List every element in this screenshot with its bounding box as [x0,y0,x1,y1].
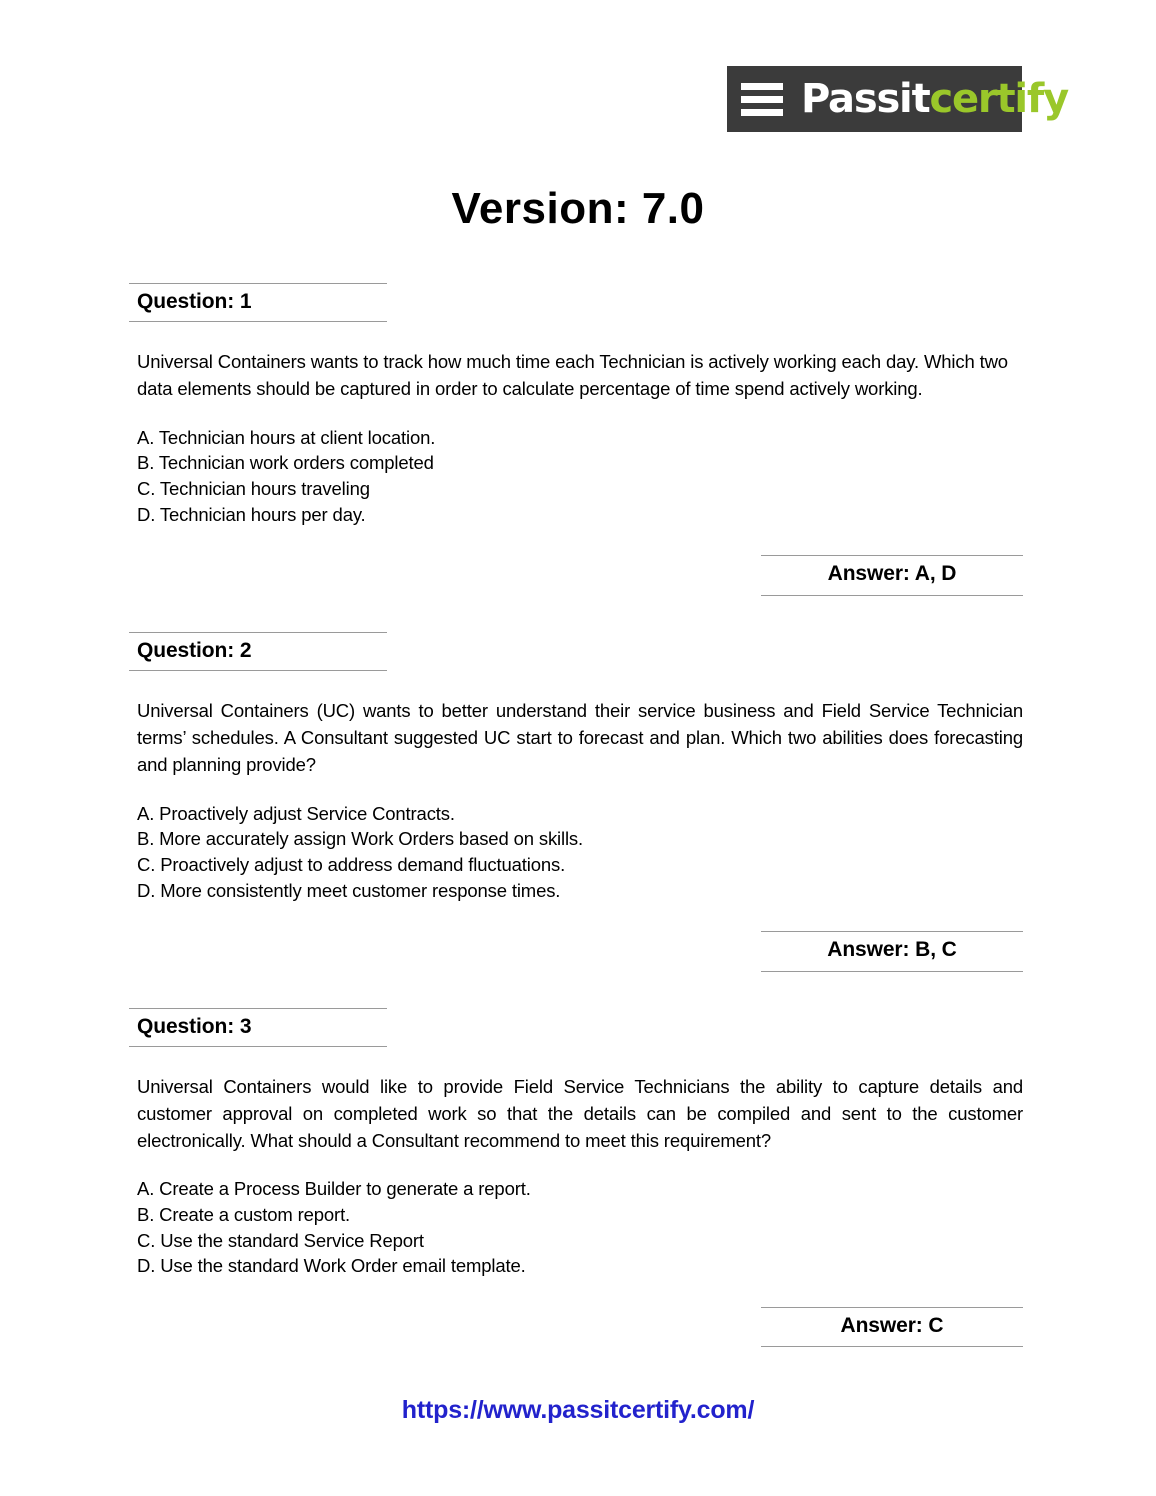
question-body: Universal Containers wants to track how … [137,351,1008,400]
option-b: B. Create a custom report. [137,1204,351,1226]
logo-text-primary: Passit [801,76,931,122]
document-page: Passitcertify Version: 7.0 Question: 1 U… [0,0,1156,1496]
option-a: A. Proactively adjust Service Contracts. [137,802,455,824]
question-options: A. Create a Process Builder to generate … [137,1176,1023,1279]
footer-website-link[interactable]: https://www.passitcertify.com/ [402,1396,755,1424]
option-d: D. More consistently meet customer respo… [137,879,561,901]
questions-container: Question: 1 Universal Containers wants t… [129,283,1023,1348]
question-block: Question: 3 Universal Containers would l… [129,1007,1023,1348]
option-c: C. Technician hours traveling [137,478,370,500]
question-body: Universal Containers (UC) wants to bette… [137,699,1023,776]
question-options: A. Technician hours at client location. … [137,425,1023,528]
answer-label: Answer: A, D [827,562,957,586]
question-header: Question: 3 [129,1007,387,1047]
option-d: D. Use the standard Work Order email tem… [137,1255,526,1277]
question-header: Question: 1 [129,283,387,323]
question-options: A. Proactively adjust Service Contracts.… [137,801,1023,904]
option-a: A. Create a Process Builder to generate … [137,1178,531,1200]
question-header-label: Question: 3 [137,1014,252,1038]
question-block: Question: 1 Universal Containers wants t… [129,283,1023,596]
question-header-label: Question: 1 [137,290,252,313]
page-title: Version: 7.0 [451,184,705,233]
answer-label: Answer: C [840,1314,944,1338]
option-b: B. Technician work orders completed [137,452,434,474]
option-c: C. Proactively adjust to address demand … [137,853,566,875]
question-body: Universal Containers would like to provi… [137,1075,1023,1152]
option-a: A. Technician hours at client location. [137,426,436,448]
answer-box: Answer: A, D [761,555,1023,596]
hamburger-menu-icon [741,79,783,119]
logo-wordmark: Passitcertify [801,76,1069,122]
option-c: C. Use the standard Service Report [137,1229,424,1251]
logo-text-accent: certify [929,76,1069,122]
question-block: Question: 2 Universal Containers (UC) wa… [129,631,1023,972]
answer-label: Answer: B, C [827,938,957,962]
site-logo: Passitcertify [727,66,1069,132]
question-header-label: Question: 2 [137,638,252,662]
answer-box: Answer: C [761,1307,1023,1348]
option-b: B. More accurately assign Work Orders ba… [137,828,584,850]
answer-box: Answer: B, C [761,931,1023,972]
question-header: Question: 2 [129,631,387,671]
footer: https://www.passitcertify.com/ [0,1396,1156,1425]
option-d: D. Technician hours per day. [137,503,366,525]
